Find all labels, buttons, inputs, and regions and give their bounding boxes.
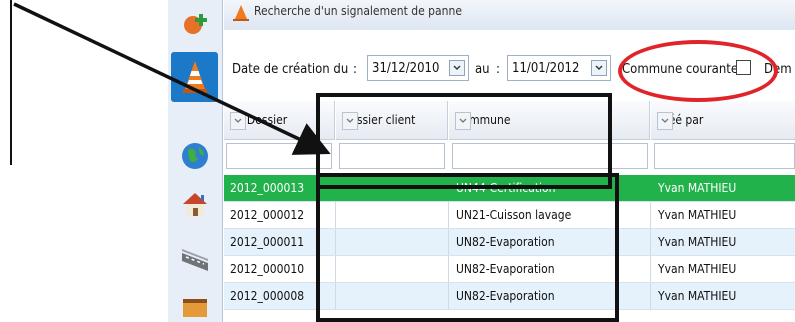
annotation-arrow [13, 2, 331, 155]
